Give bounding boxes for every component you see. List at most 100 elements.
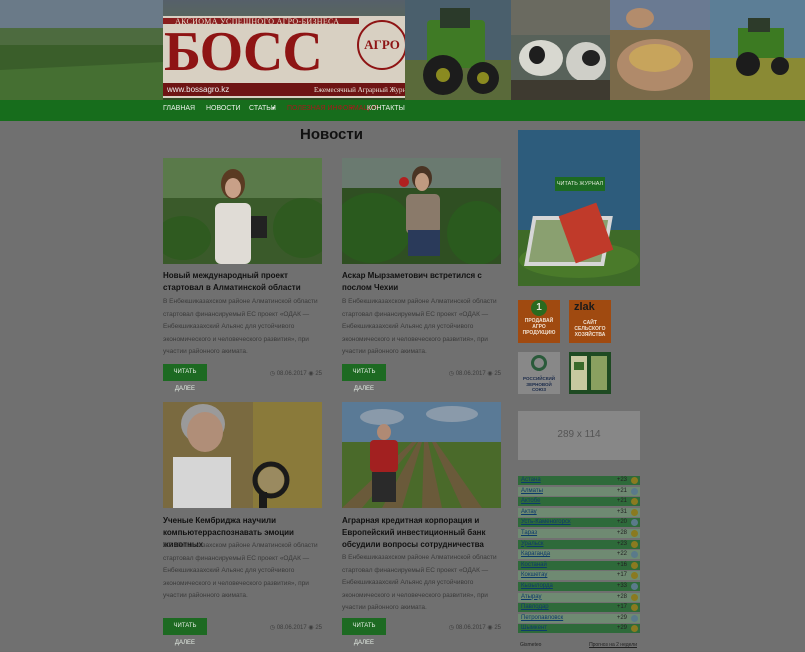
weather-temp: +21 (616, 498, 627, 505)
news-card: Аскар Мырзаметович встретился с послом Ч… (342, 158, 501, 392)
field-photo (0, 0, 163, 100)
nav-home[interactable]: ГЛАВНАЯ (163, 105, 195, 112)
weather-city[interactable]: Тараз (521, 529, 537, 538)
weather-city[interactable]: Атырау (521, 593, 542, 602)
weather-city[interactable]: Костанай (521, 561, 547, 570)
zlak-logo: zlak (574, 301, 595, 313)
news-card: Ученые Кембриджа научили компьютерраспоз… (163, 402, 322, 646)
weather-row: Актобе +21 (518, 497, 640, 507)
logo-url: www.bossagro.kz (167, 85, 230, 94)
article-meta: ◷ 08.06.2017 ◉ 25 (449, 624, 501, 631)
weather-icon (631, 519, 638, 527)
weather-temp: +16 (616, 561, 627, 568)
placeholder-label: 289 x 114 (557, 429, 601, 440)
weather-icon (631, 583, 638, 590)
weather-icon (631, 625, 638, 633)
article-image[interactable] (163, 158, 322, 264)
read-more-button[interactable]: ЧИТАТЬ ДАЛЕЕ (342, 364, 386, 392)
clock-icon: ◷ (269, 625, 276, 631)
weather-row: Шымкент +29 (518, 624, 640, 634)
weather-city[interactable]: Петропавловск (521, 614, 563, 623)
logo-subtitle: Ежемесячный Аграрный Журнал (314, 86, 413, 94)
eye-icon: ◉ (308, 625, 314, 631)
weather-city[interactable]: Кокшетау (521, 571, 547, 580)
site-logo[interactable]: БОСС (164, 22, 323, 82)
clock-icon: ◷ (448, 625, 455, 631)
weather-city[interactable]: Астана (521, 476, 541, 485)
tile-label: ПРОДАВАЙ АГРО ПРОДУКЦИЮ (522, 318, 556, 336)
journal-banner[interactable]: ЧИТАТЬ ЖУРНАЛ (518, 130, 640, 286)
chevron-down-icon[interactable]: ▾ (350, 105, 353, 112)
article-title[interactable]: Аскар Мырзаметович встретился с послом Ч… (342, 270, 501, 294)
main-nav: ГЛАВНАЯ НОВОСТИ СТАТЬИ ▾ ПОЛЕЗНАЯ ИНФОРМ… (0, 100, 805, 121)
article-image[interactable] (163, 402, 322, 508)
eye-icon: ◉ (487, 625, 493, 631)
magazine-tile[interactable] (569, 352, 611, 394)
article-date: 08.06.2017 (455, 371, 486, 377)
weather-source[interactable]: Gismeteo (520, 642, 541, 648)
eye-icon: ◉ (308, 371, 314, 377)
weather-city[interactable]: Алматы (521, 487, 543, 496)
article-meta: ◷ 08.06.2017 ◉ 25 (449, 370, 501, 377)
weather-city[interactable]: Усть-Каменогорск (521, 518, 571, 527)
weather-temp: +28 (616, 593, 627, 600)
weather-city[interactable]: Кызылорда (521, 582, 553, 591)
weather-row: Алматы +21 (518, 486, 640, 496)
article-image[interactable] (342, 158, 501, 264)
weather-icon (631, 498, 638, 506)
sell-agro-tile[interactable]: 1 ПРОДАВАЙ АГРО ПРОДУКЦИЮ (518, 300, 560, 343)
ad-placeholder[interactable]: 289 x 114 (518, 411, 640, 460)
weather-temp: +17 (616, 572, 627, 579)
nav-contacts[interactable]: КОНТАКТЫ (367, 105, 405, 112)
weather-row: Актау +31 (518, 507, 640, 517)
forecast-link[interactable]: Прогноз на 2 недели (589, 642, 637, 648)
article-views: 25 (494, 625, 501, 631)
weather-icon (631, 593, 638, 601)
weather-city[interactable]: Актобе (521, 497, 540, 506)
weather-row: Петропавловск +29 (518, 613, 640, 623)
weather-temp: +31 (616, 508, 627, 515)
weather-city[interactable]: Уральск (521, 540, 543, 549)
read-more-button[interactable]: ЧИТАТЬ ДАЛЕЕ (163, 618, 207, 646)
weather-city[interactable]: Шымкент (521, 624, 547, 633)
weather-temp: +28 (616, 530, 627, 536)
weather-icon (631, 530, 638, 537)
weather-icon (631, 487, 638, 495)
weather-row: Усть-Каменогорск +20 (518, 518, 640, 528)
weather-icon (631, 540, 638, 548)
weather-row: Атырау +28 (518, 592, 640, 602)
read-journal-button[interactable]: ЧИТАТЬ ЖУРНАЛ (555, 177, 605, 191)
nav-useful-info[interactable]: ПОЛЕЗНАЯ ИНФОРМАЦИЯ (287, 105, 379, 112)
article-image[interactable] (342, 402, 501, 508)
weather-temp: +29 (616, 614, 627, 621)
article-views: 25 (494, 371, 501, 377)
weather-row: Уральск +23 (518, 539, 640, 549)
weather-icon (631, 604, 638, 612)
tile-label: САЙТ СЕЛЬСКОГО ХОЗЯЙСТВА (574, 320, 606, 338)
read-more-button[interactable]: ЧИТАТЬ ДАЛЕЕ (342, 618, 386, 646)
chevron-down-icon[interactable]: ▾ (272, 105, 275, 112)
zlak-tile[interactable]: zlak САЙТ СЕЛЬСКОГО ХОЗЯЙСТВА (569, 300, 611, 343)
article-excerpt: В Енбекшиказахском районе Алматинской об… (163, 542, 318, 600)
article-date: 08.06.2017 (455, 625, 486, 631)
weather-icon (631, 572, 638, 580)
clock-icon: ◷ (448, 371, 455, 377)
article-views: 25 (315, 625, 322, 631)
eye-icon: ◉ (487, 371, 493, 377)
nav-news[interactable]: НОВОСТИ (206, 105, 241, 112)
magazine-icon (571, 356, 607, 390)
tile-number: 1 (531, 300, 547, 316)
weather-city[interactable]: Павлодар (521, 603, 549, 612)
article-title[interactable]: Новый международный проект стартовал в А… (163, 270, 322, 294)
grain-union-tile[interactable]: РОССИЙСКИЙ ЗЕРНОВОЙ СОЮЗ (518, 352, 560, 394)
tractor-photo (405, 0, 511, 100)
weather-city[interactable]: Караганда (521, 550, 550, 559)
cows-photo (511, 0, 610, 100)
read-more-button[interactable]: ЧИТАТЬ ДАЛЕЕ (163, 364, 207, 392)
weather-city[interactable]: Актау (521, 508, 537, 517)
grain-hands-photo (610, 0, 710, 100)
weather-icon (631, 551, 638, 559)
weather-row: Астана +23 (518, 476, 640, 485)
article-title[interactable]: Аграрная кредитная корпорация и Европейс… (342, 515, 501, 551)
article-excerpt: В Енбекшиказахском районе Алматинской об… (342, 554, 497, 612)
